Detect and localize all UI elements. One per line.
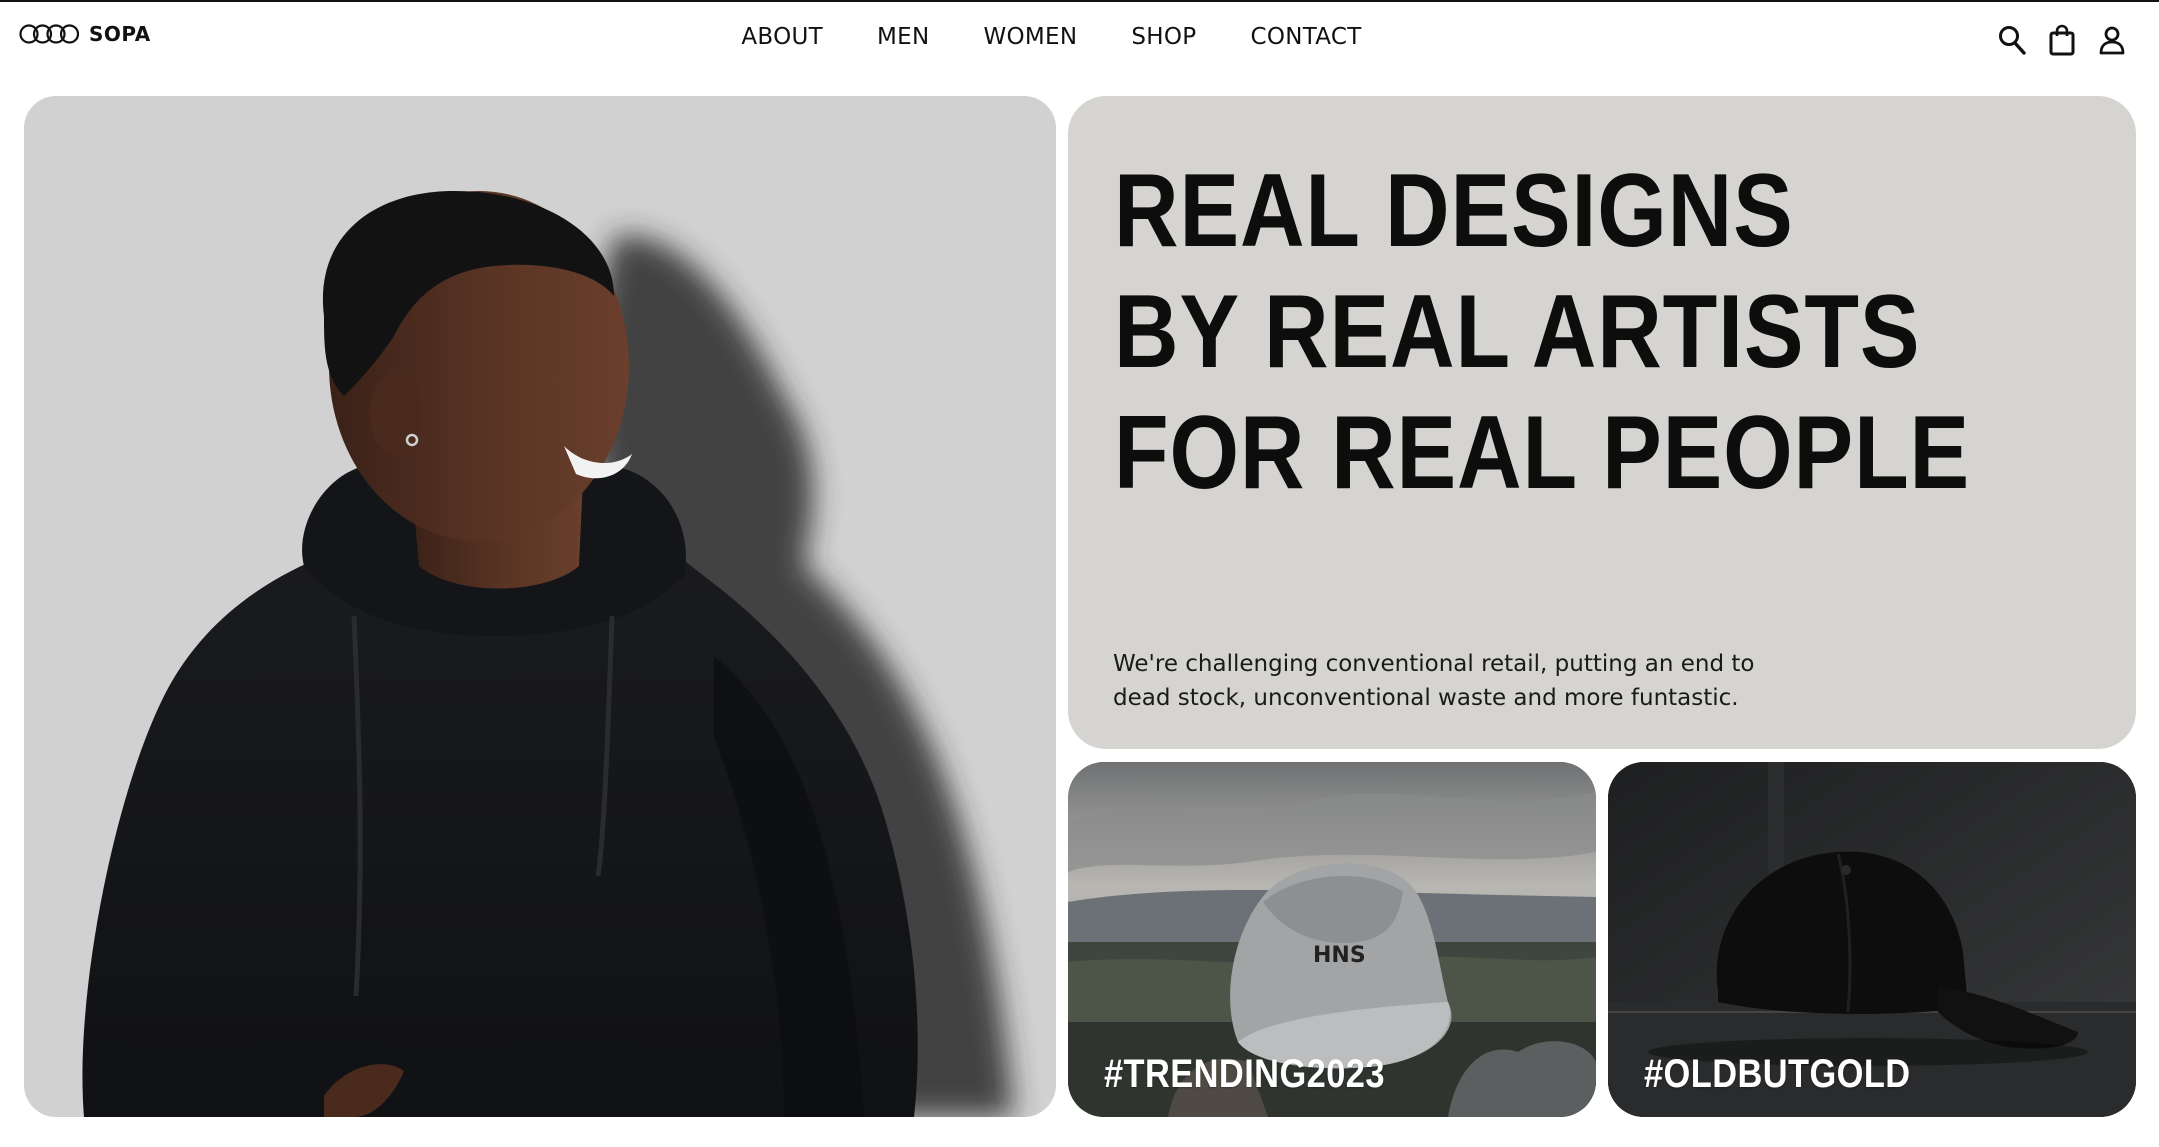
svg-text:HNS: HNS [1313, 943, 1366, 968]
hero-subcopy: We're challenging conventional retail, p… [1113, 647, 1813, 715]
nav-item-men[interactable]: MEN [877, 24, 929, 50]
promo-label-oldbutgold: #OLDBUTGOLD [1644, 1052, 1911, 1096]
promo-label-trending: #TRENDING2023 [1104, 1052, 1385, 1096]
nav-item-contact[interactable]: CONTACT [1250, 24, 1361, 50]
hero-image-card[interactable] [24, 96, 1056, 1117]
nav-item-about[interactable]: ABOUT [741, 24, 823, 50]
main-nav: ABOUT MEN WOMEN SHOP CONTACT [0, 24, 2159, 50]
user-icon[interactable] [2097, 24, 2127, 56]
promo-card-oldbutgold[interactable]: #OLDBUTGOLD [1608, 762, 2136, 1117]
shopping-bag-icon[interactable] [2047, 24, 2077, 56]
subcopy-line-2: dead stock, unconventional waste and mor… [1113, 685, 1739, 711]
headline-card: REAL DESIGNS BY REAL ARTISTS FOR REAL PE… [1068, 96, 2136, 749]
promo-card-trending[interactable]: HNS #TRENDING2023 [1068, 762, 1596, 1117]
headline-line-2: BY REAL ARTISTS [1114, 274, 1921, 390]
headline-line-1: REAL DESIGNS [1114, 153, 1794, 269]
hero-headline: REAL DESIGNS BY REAL ARTISTS FOR REAL PE… [1114, 151, 1970, 514]
search-icon[interactable] [1997, 24, 2027, 56]
nav-item-shop[interactable]: SHOP [1131, 24, 1196, 50]
headline-line-3: FOR REAL PEOPLE [1114, 395, 1971, 511]
site-header: SOPA ABOUT MEN WOMEN SHOP CONTACT [0, 2, 2159, 76]
subcopy-line-1: We're challenging conventional retail, p… [1113, 651, 1755, 677]
model-in-black-hoodie-photo [82, 191, 1014, 1117]
nav-item-women[interactable]: WOMEN [983, 24, 1077, 50]
header-actions [1997, 24, 2127, 56]
